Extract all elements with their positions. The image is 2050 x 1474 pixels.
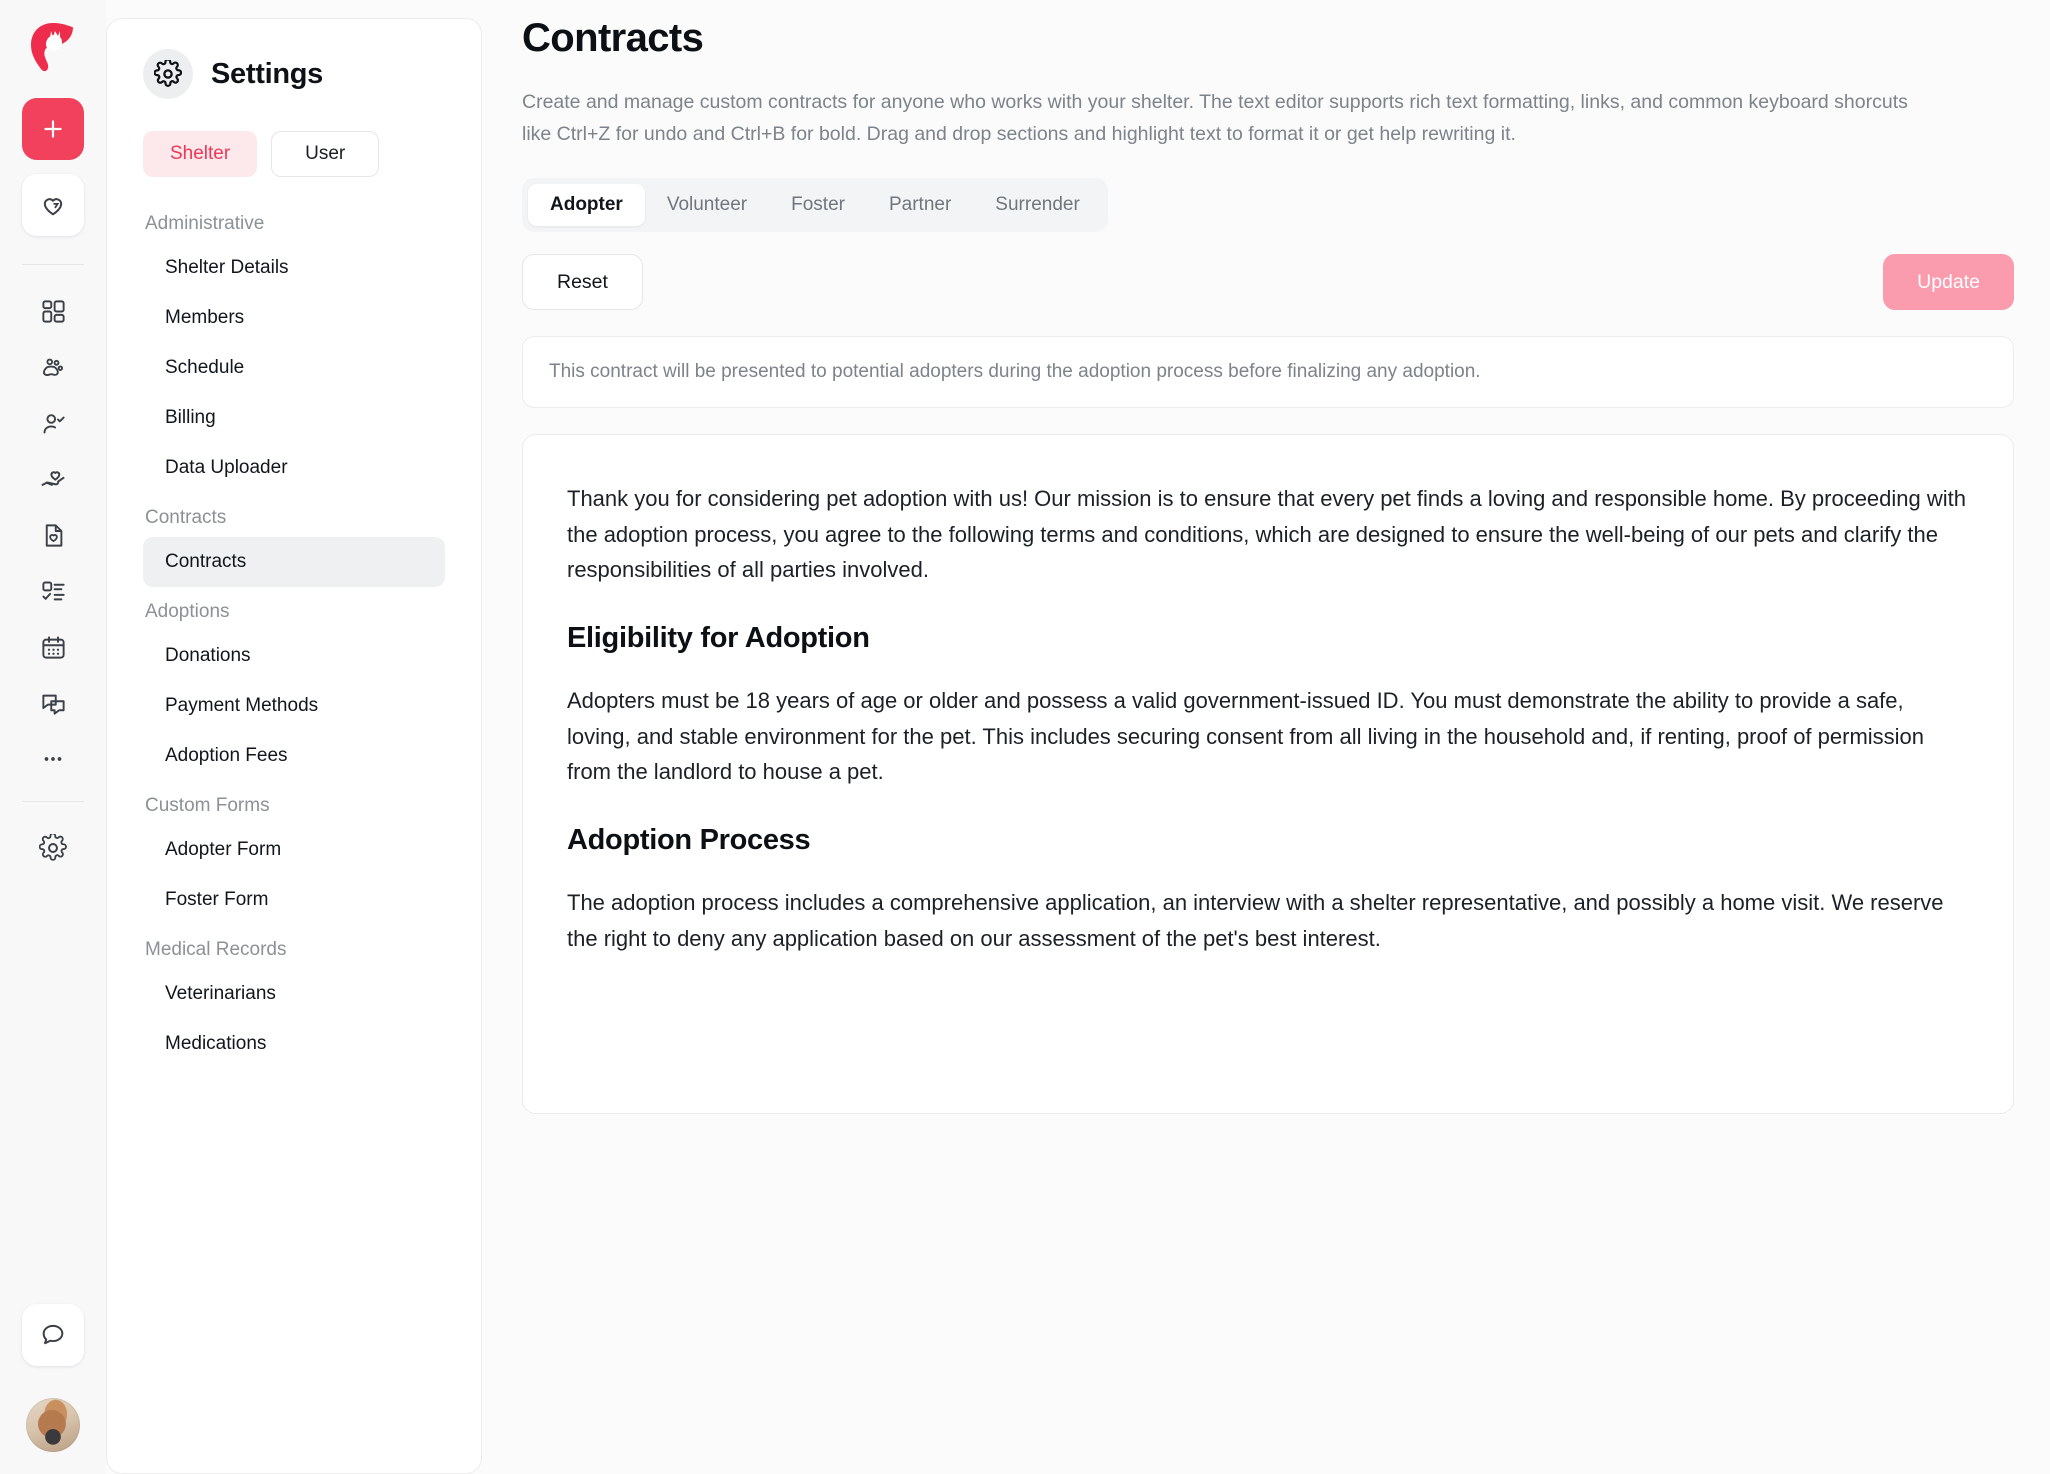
- dashboard-grid-icon: [41, 299, 65, 323]
- gear-icon: [154, 60, 182, 87]
- sidebar-item-adopter-form[interactable]: Adopter Form: [143, 825, 445, 875]
- contract-eligibility-paragraph: Adopters must be 18 years of age or olde…: [567, 688, 1925, 785]
- checklist-icon: [41, 581, 65, 600]
- contract-heading-eligibility: Eligibility for Adoption: [567, 622, 870, 655]
- nav-group-contracts: Contracts: [145, 507, 227, 528]
- sidebar-item-adoption-fees[interactable]: Adoption Fees: [143, 731, 445, 781]
- settings-header: Settings: [107, 49, 481, 99]
- contract-intro-paragraph: Thank you for considering pet adoption w…: [567, 486, 1966, 583]
- contract-type-tabs: Adopter Volunteer Foster Partner Surrend…: [522, 178, 1108, 233]
- rail-divider-top: [22, 264, 84, 265]
- nav-group-administrative: Administrative: [145, 213, 265, 234]
- tab-volunteer[interactable]: Volunteer: [645, 184, 769, 226]
- settings-scope-toggle: Shelter User: [107, 131, 481, 177]
- nav-group-medical-records: Medical Records: [145, 939, 287, 960]
- app-rail: [0, 0, 106, 1474]
- sidebar-item-veterinarians[interactable]: Veterinarians: [143, 969, 445, 1019]
- settings-nav: Administrative Shelter Details Members S…: [107, 213, 481, 1109]
- user-check-icon: [43, 413, 65, 433]
- contract-heading-process: Adoption Process: [567, 823, 811, 856]
- update-button[interactable]: Update: [1883, 254, 2014, 311]
- sidebar-item-data-uploader[interactable]: Data Uploader: [143, 443, 445, 493]
- nav-more[interactable]: [22, 731, 84, 787]
- settings-panel: Settings Shelter User Administrative She…: [106, 18, 482, 1474]
- sidebar-item-medications[interactable]: Medications: [143, 1019, 445, 1069]
- scope-tab-shelter[interactable]: Shelter: [143, 131, 258, 177]
- support-chat-button[interactable]: [22, 1304, 84, 1366]
- settings-gear-badge: [143, 49, 193, 99]
- plus-icon: [44, 120, 62, 138]
- sidebar-item-donations[interactable]: Donations: [143, 631, 445, 681]
- page-title: Contracts: [522, 16, 704, 60]
- nav-donations[interactable]: [22, 451, 84, 507]
- app-root: Settings Shelter User Administrative She…: [0, 0, 2050, 1474]
- gear-icon: [39, 834, 67, 861]
- calendar-icon: [41, 635, 65, 659]
- nav-pets[interactable]: [22, 339, 84, 395]
- nav-group-adoptions: Adoptions: [145, 601, 230, 622]
- scope-tab-user[interactable]: User: [271, 131, 380, 177]
- chat-bubble-icon: [42, 1324, 64, 1345]
- sidebar-item-schedule[interactable]: Schedule: [143, 343, 445, 393]
- rail-bottom-section: [0, 1304, 106, 1452]
- tab-surrender[interactable]: Surrender: [973, 184, 1102, 226]
- chat-messages-icon: [41, 694, 65, 715]
- sidebar-item-shelter-details[interactable]: Shelter Details: [143, 243, 445, 293]
- heart-hands-icon: [43, 198, 63, 216]
- nav-group-custom-forms: Custom Forms: [145, 795, 270, 816]
- nav-adopters[interactable]: [22, 395, 84, 451]
- nav-messages[interactable]: [22, 675, 84, 731]
- more-dots-icon: [44, 757, 62, 761]
- nav-calendar[interactable]: [22, 619, 84, 675]
- reset-button[interactable]: Reset: [522, 254, 643, 311]
- user-avatar[interactable]: [26, 1398, 80, 1452]
- nav-documents[interactable]: [22, 507, 84, 563]
- sidebar-item-members[interactable]: Members: [143, 293, 445, 343]
- file-heart-icon: [45, 523, 62, 547]
- sidebar-item-payment-methods[interactable]: Payment Methods: [143, 681, 445, 731]
- settings-title: Settings: [211, 57, 323, 90]
- main-content: Contracts Create and manage custom contr…: [482, 0, 2050, 1474]
- page-description: Create and manage custom contracts for a…: [522, 91, 1908, 145]
- hand-heart-icon: [41, 471, 65, 486]
- sidebar-item-foster-form[interactable]: Foster Form: [143, 875, 445, 925]
- tab-adopter[interactable]: Adopter: [528, 184, 645, 227]
- nav-dashboard[interactable]: [22, 283, 84, 339]
- sidebar-item-billing[interactable]: Billing: [143, 393, 445, 443]
- tab-partner[interactable]: Partner: [867, 184, 973, 226]
- nav-settings[interactable]: [22, 820, 84, 876]
- sidebar-item-contracts[interactable]: Contracts: [143, 537, 445, 587]
- rail-divider-bottom: [22, 801, 84, 802]
- contract-process-paragraph: The adoption process includes a comprehe…: [567, 889, 1944, 951]
- add-button[interactable]: [22, 98, 84, 160]
- favorites-button[interactable]: [22, 174, 84, 236]
- action-row: Reset Update: [522, 254, 2014, 311]
- contract-editor[interactable]: Thank you for considering pet adoption w…: [522, 434, 2014, 1115]
- contract-notice: This contract will be presented to poten…: [522, 336, 2014, 409]
- tab-foster[interactable]: Foster: [769, 184, 867, 226]
- pet-logo-icon[interactable]: [25, 18, 81, 80]
- nav-tasks[interactable]: [22, 563, 84, 619]
- paw-icon: [43, 358, 64, 377]
